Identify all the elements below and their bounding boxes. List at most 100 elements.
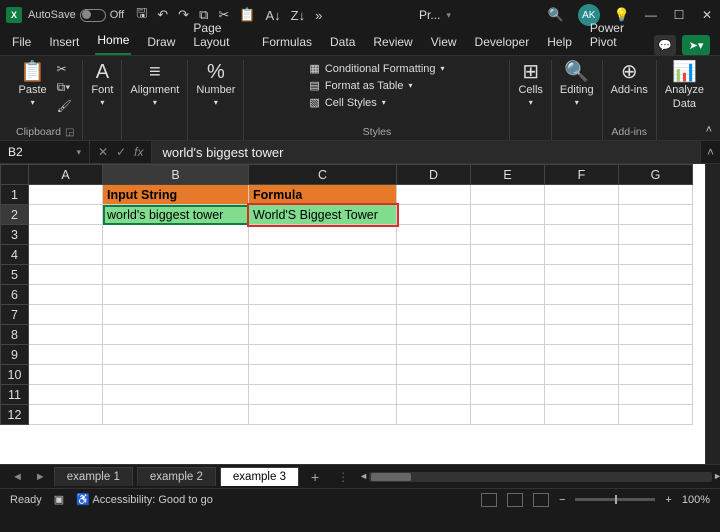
formula-input[interactable]: world's biggest tower: [152, 141, 700, 163]
number-button[interactable]: % Number ▾: [196, 62, 235, 107]
tab-insert[interactable]: Insert: [47, 31, 81, 55]
scroll-left-icon[interactable]: ◄: [359, 471, 368, 481]
tab-formulas[interactable]: Formulas: [260, 31, 314, 55]
close-button[interactable]: ✕: [700, 8, 714, 22]
cell-b5[interactable]: [103, 265, 249, 285]
comments-button[interactable]: 💬: [654, 35, 676, 55]
cell-g5[interactable]: [619, 265, 693, 285]
cell-e6[interactable]: [471, 285, 545, 305]
cell-d8[interactable]: [397, 325, 471, 345]
tab-view[interactable]: View: [429, 31, 459, 55]
row-header-1[interactable]: 1: [1, 185, 29, 205]
cell-a7[interactable]: [29, 305, 103, 325]
cell-c7[interactable]: [249, 305, 397, 325]
cell-f6[interactable]: [545, 285, 619, 305]
search-icon[interactable]: 🔍: [548, 7, 564, 23]
cancel-formula-icon[interactable]: ✕: [98, 145, 108, 159]
row-header-9[interactable]: 9: [1, 345, 29, 365]
cell-e9[interactable]: [471, 345, 545, 365]
toggle-off-icon[interactable]: [80, 9, 106, 22]
cell-b4[interactable]: [103, 245, 249, 265]
paste-button[interactable]: 📋 Paste ▾: [19, 62, 47, 107]
new-sheet-button[interactable]: +: [303, 469, 327, 485]
cell-c12[interactable]: [249, 405, 397, 425]
tab-draw[interactable]: Draw: [145, 31, 177, 55]
cell-f5[interactable]: [545, 265, 619, 285]
cell-d3[interactable]: [397, 225, 471, 245]
scroll-thumb[interactable]: [371, 473, 411, 481]
fx-icon[interactable]: fx: [134, 145, 143, 159]
conditional-formatting-button[interactable]: ▦Conditional Formatting▾: [309, 62, 444, 75]
maximize-button[interactable]: ☐: [672, 8, 686, 22]
expand-formula-bar-icon[interactable]: ˄: [700, 141, 720, 163]
cell-g11[interactable]: [619, 385, 693, 405]
column-header-a[interactable]: A: [29, 165, 103, 185]
cut-small-icon[interactable]: ✂: [57, 62, 72, 76]
cell-f8[interactable]: [545, 325, 619, 345]
cell-f11[interactable]: [545, 385, 619, 405]
cell-f2[interactable]: [545, 205, 619, 225]
enter-formula-icon[interactable]: ✓: [116, 145, 126, 159]
sort-asc-icon[interactable]: A↓: [265, 8, 280, 23]
cell-g9[interactable]: [619, 345, 693, 365]
tab-file[interactable]: File: [10, 31, 33, 55]
cell-g3[interactable]: [619, 225, 693, 245]
analyze-data-button[interactable]: 📊 Analyze Data: [665, 62, 704, 110]
cell-c3[interactable]: [249, 225, 397, 245]
cell-b2[interactable]: world's biggest tower: [103, 205, 249, 225]
horizontal-scrollbar[interactable]: ◄ ►: [369, 472, 712, 482]
cell-a6[interactable]: [29, 285, 103, 305]
cell-g8[interactable]: [619, 325, 693, 345]
column-header-f[interactable]: F: [545, 165, 619, 185]
format-as-table-button[interactable]: ▤Format as Table▾: [309, 79, 412, 92]
row-header-5[interactable]: 5: [1, 265, 29, 285]
row-header-10[interactable]: 10: [1, 365, 29, 385]
cell-e5[interactable]: [471, 265, 545, 285]
row-header-4[interactable]: 4: [1, 245, 29, 265]
dialog-launcher-icon[interactable]: ◲: [65, 127, 74, 138]
accessibility-status[interactable]: ♿ Accessibility: Good to go: [76, 493, 213, 506]
scroll-right-icon[interactable]: ►: [713, 471, 720, 481]
cell-c6[interactable]: [249, 285, 397, 305]
format-painter-icon[interactable]: 🖌: [57, 99, 72, 113]
cell-c8[interactable]: [249, 325, 397, 345]
cell-a10[interactable]: [29, 365, 103, 385]
cell-d6[interactable]: [397, 285, 471, 305]
cell-c9[interactable]: [249, 345, 397, 365]
editing-button[interactable]: 🔍 Editing ▾: [560, 62, 594, 107]
cell-grid[interactable]: A B C D E F G 1 Input String Formula: [0, 164, 693, 425]
cell-a8[interactable]: [29, 325, 103, 345]
cell-e3[interactable]: [471, 225, 545, 245]
cell-a9[interactable]: [29, 345, 103, 365]
page-layout-view-button[interactable]: [507, 493, 523, 507]
cell-styles-button[interactable]: ▧Cell Styles▾: [309, 96, 385, 109]
sheet-tab-example-2[interactable]: example 2: [137, 467, 216, 486]
row-header-3[interactable]: 3: [1, 225, 29, 245]
cell-d11[interactable]: [397, 385, 471, 405]
cell-e12[interactable]: [471, 405, 545, 425]
collapse-ribbon-icon[interactable]: ˄: [706, 124, 712, 136]
tab-help[interactable]: Help: [545, 31, 574, 55]
cell-b11[interactable]: [103, 385, 249, 405]
zoom-slider[interactable]: [575, 498, 655, 501]
cell-e8[interactable]: [471, 325, 545, 345]
cell-f4[interactable]: [545, 245, 619, 265]
cell-a4[interactable]: [29, 245, 103, 265]
column-header-g[interactable]: G: [619, 165, 693, 185]
cell-f12[interactable]: [545, 405, 619, 425]
undo-icon[interactable]: ↶: [157, 7, 168, 23]
row-header-7[interactable]: 7: [1, 305, 29, 325]
cell-d4[interactable]: [397, 245, 471, 265]
name-box[interactable]: B2 ▾: [0, 141, 90, 163]
sheet-tab-example-1[interactable]: example 1: [54, 467, 133, 486]
document-name[interactable]: Pr...: [419, 8, 440, 22]
cell-g2[interactable]: [619, 205, 693, 225]
cell-b1[interactable]: Input String: [103, 185, 249, 205]
sheet-nav-prev[interactable]: ◄: [8, 471, 27, 483]
zoom-in-button[interactable]: +: [665, 494, 671, 506]
cell-b6[interactable]: [103, 285, 249, 305]
cell-e4[interactable]: [471, 245, 545, 265]
addins-button[interactable]: ⊕ Add-ins: [611, 62, 648, 96]
sheet-nav-next[interactable]: ►: [31, 471, 50, 483]
page-break-view-button[interactable]: [533, 493, 549, 507]
